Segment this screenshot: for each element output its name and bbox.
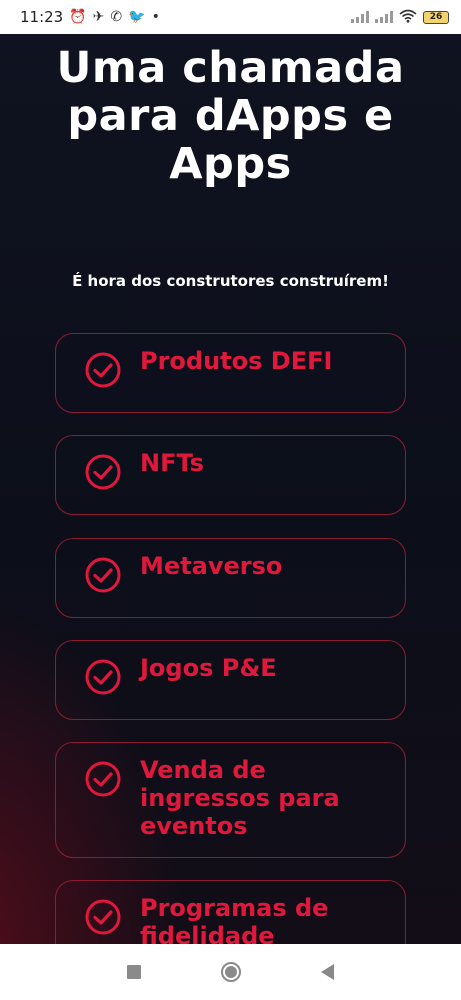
feature-label-line: ingressos para — [140, 784, 340, 812]
signal-icon — [375, 11, 393, 23]
home-icon — [225, 966, 237, 978]
status-bar: 11:23 ⏰ ✈ ✆ 🐦 • 26 — [0, 0, 461, 34]
dot-icon: • — [151, 9, 160, 25]
feature-label-line: Produtos DEFI — [140, 347, 333, 375]
feature-card-nfts: NFTs — [55, 435, 406, 515]
feature-card-fidelidade: Programas de fidelidade — [55, 880, 406, 944]
feature-label: Metaverso — [140, 552, 282, 580]
page-subtitle: É hora dos construtores construírem! — [72, 272, 389, 290]
feature-label: Venda de ingressos para eventos — [140, 756, 340, 840]
feature-label-line: Programas de — [140, 894, 329, 922]
feature-card-jogos: Jogos P&E — [55, 640, 406, 720]
recents-button[interactable] — [127, 965, 141, 979]
wifi-icon — [399, 9, 417, 26]
feature-card-metaverso: Metaverso — [55, 538, 406, 618]
back-button[interactable] — [321, 964, 334, 980]
twitter-icon: 🐦 — [128, 9, 146, 25]
feature-card-ingressos: Venda de ingressos para eventos — [55, 742, 406, 858]
check-circle-icon — [85, 557, 121, 593]
check-circle-icon — [85, 659, 121, 695]
title-line: para dApps e — [67, 91, 394, 141]
check-circle-icon — [85, 899, 121, 935]
title-line: Apps — [169, 139, 292, 189]
signal-icon — [351, 11, 369, 23]
feature-label: Programas de fidelidade — [140, 894, 328, 944]
page-content: Uma chamada para dApps e Apps É hora dos… — [0, 34, 461, 944]
whatsapp-icon: ✆ — [110, 9, 123, 25]
feature-label-line: Venda de — [140, 756, 266, 784]
battery-level: 26 — [429, 12, 443, 22]
feature-label-line: NFTs — [140, 449, 204, 477]
page-title: Uma chamada para dApps e Apps — [0, 44, 461, 188]
feature-card-defi: Produtos DEFI — [55, 333, 406, 413]
status-left: 11:23 ⏰ ✈ ✆ 🐦 • — [20, 8, 160, 26]
feature-label: NFTs — [140, 449, 204, 477]
battery-icon: 26 — [423, 10, 449, 24]
home-button[interactable] — [221, 962, 241, 982]
check-circle-icon — [85, 761, 121, 797]
telegram-icon: ✈ — [92, 9, 105, 25]
feature-label-line: Metaverso — [140, 552, 283, 580]
feature-label-line: fidelidade — [140, 922, 275, 944]
system-nav-bar — [0, 944, 461, 1000]
alarm-icon: ⏰ — [69, 9, 87, 25]
feature-label: Produtos DEFI — [140, 347, 332, 375]
feature-label-line: Jogos P&E — [140, 654, 277, 682]
status-right: 26 — [351, 9, 449, 26]
title-line: Uma chamada — [56, 43, 405, 93]
check-circle-icon — [85, 454, 121, 490]
feature-label-line: eventos — [140, 812, 248, 840]
check-circle-icon — [85, 352, 121, 388]
clock: 11:23 — [20, 8, 64, 26]
feature-label: Jogos P&E — [140, 654, 277, 682]
